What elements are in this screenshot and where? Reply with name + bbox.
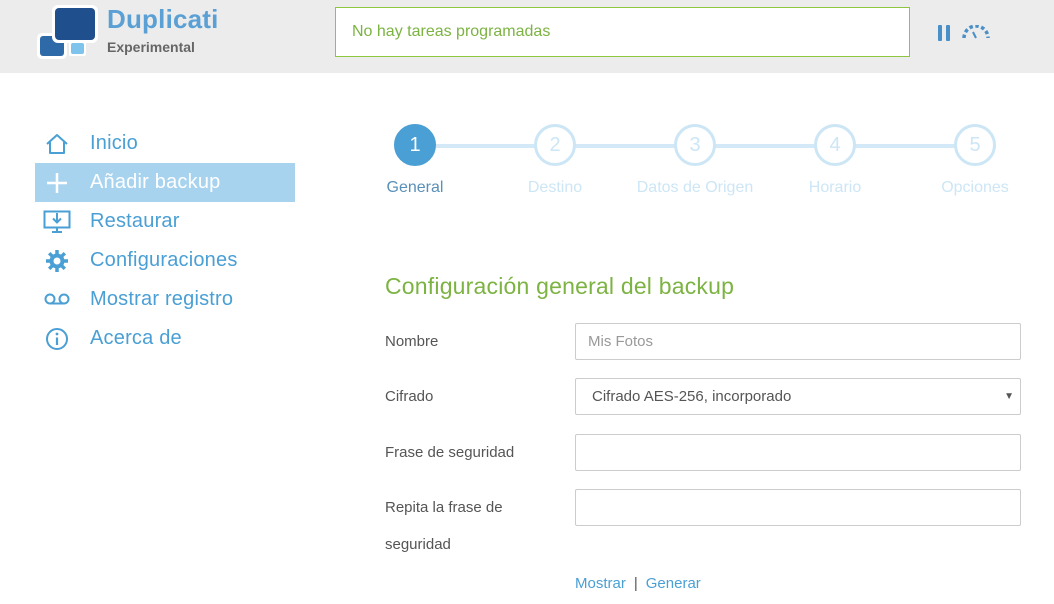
sidebar-item-home[interactable]: Inicio <box>35 124 295 163</box>
passphrase-input[interactable] <box>575 434 1021 471</box>
sidebar-nav: Inicio Añadir backup Restaurar Configura… <box>35 124 295 358</box>
gear-icon <box>46 249 68 272</box>
restore-icon <box>43 210 71 233</box>
pause-icon[interactable] <box>938 25 952 41</box>
step-number: 5 <box>954 124 996 166</box>
wizard-steps: 1 General 2 Destino 3 Datos de Origen 4 … <box>360 120 1050 210</box>
status-text: No hay tareas programadas <box>352 23 551 40</box>
log-icon <box>44 293 70 304</box>
name-input[interactable] <box>575 323 1021 360</box>
brand-name: Duplicati <box>107 4 219 34</box>
section-title: Configuración general del backup <box>385 273 735 299</box>
passphrase-label: Frase de seguridad <box>385 444 515 461</box>
generate-passphrase-link[interactable]: Generar <box>646 575 701 592</box>
passphrase-links: Mostrar | Generar <box>575 575 701 592</box>
encryption-label: Cifrado <box>385 388 434 405</box>
encryption-selected-value: Cifrado AES-256, incorporado <box>592 388 792 405</box>
step-destination[interactable]: 2 Destino <box>495 124 615 197</box>
top-header: Duplicati Experimental No hay tareas pro… <box>0 0 1054 73</box>
sidebar-item-add-backup[interactable]: Añadir backup <box>35 163 295 202</box>
step-number: 2 <box>534 124 576 166</box>
encryption-select[interactable]: Cifrado AES-256, incorporado ▼ <box>575 378 1021 415</box>
sidebar-item-label: Añadir backup <box>90 171 221 193</box>
step-number: 1 <box>394 124 436 166</box>
status-box: No hay tareas programadas <box>335 7 910 57</box>
show-passphrase-link[interactable]: Mostrar <box>575 575 626 592</box>
step-label: General <box>386 179 444 196</box>
repeat-passphrase-label-line2: seguridad <box>385 536 451 553</box>
step-number: 3 <box>674 124 716 166</box>
link-separator: | <box>633 575 638 592</box>
duplicati-logo <box>37 5 98 59</box>
step-label: Horario <box>808 179 862 196</box>
step-options[interactable]: 5 Opciones <box>915 124 1035 197</box>
step-general[interactable]: 1 General <box>355 124 475 197</box>
name-label: Nombre <box>385 333 439 350</box>
step-schedule[interactable]: 4 Horario <box>775 124 895 197</box>
plus-icon <box>47 172 67 193</box>
sidebar-item-label: Configuraciones <box>90 249 238 271</box>
step-label: Destino <box>527 179 583 196</box>
step-label: Opciones <box>941 179 1009 196</box>
brand-subtitle: Experimental <box>107 39 195 55</box>
sidebar-item-restore[interactable]: Restaurar <box>35 202 295 241</box>
sidebar-item-about[interactable]: Acerca de <box>35 319 295 358</box>
chevron-down-icon: ▼ <box>1004 391 1014 402</box>
step-number: 4 <box>814 124 856 166</box>
throttle-icon[interactable] <box>961 25 991 41</box>
sidebar-item-label: Acerca de <box>90 327 182 349</box>
info-icon <box>46 327 68 350</box>
sidebar-item-label: Inicio <box>90 132 138 154</box>
sidebar-item-label: Mostrar registro <box>90 288 234 310</box>
step-source-data[interactable]: 3 Datos de Origen <box>635 124 755 197</box>
sidebar-item-label: Restaurar <box>90 210 180 232</box>
repeat-passphrase-input[interactable] <box>575 489 1021 526</box>
home-icon <box>46 133 68 154</box>
repeat-passphrase-label-line1: Repita la frase de <box>385 499 503 516</box>
sidebar-item-log[interactable]: Mostrar registro <box>35 280 295 319</box>
step-label: Datos de Origen <box>636 179 754 196</box>
sidebar-item-settings[interactable]: Configuraciones <box>35 241 295 280</box>
